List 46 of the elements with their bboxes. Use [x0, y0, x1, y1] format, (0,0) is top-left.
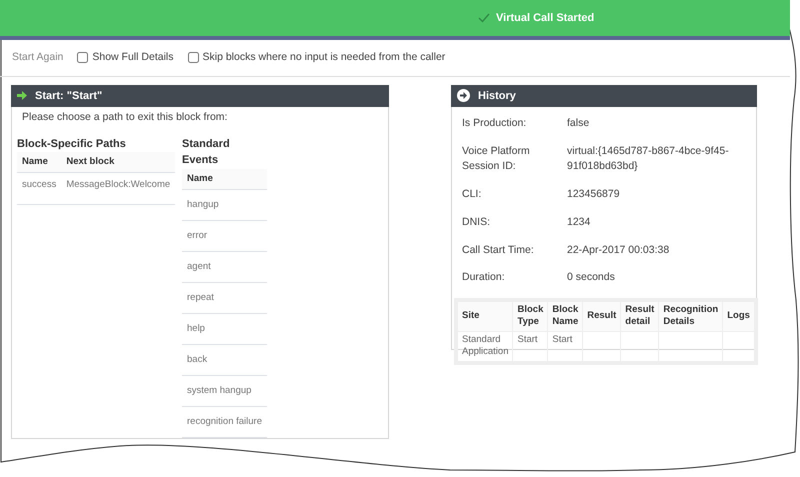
field-label: DNIS: [462, 214, 492, 230]
field-value: 1234 [567, 214, 590, 230]
table-cell: hangup [182, 189, 267, 220]
panel-title: Start: "Start" [35, 88, 102, 104]
field-value: 123456879 [567, 187, 620, 202]
field-value: false [567, 116, 590, 131]
checkbox[interactable] [188, 52, 198, 64]
checkmark-icon [478, 13, 490, 23]
column-header: Name [17, 152, 62, 173]
table-cell: agent [182, 251, 267, 282]
column-header: Block Type [512, 300, 548, 332]
start-again-link[interactable]: Start Again [12, 50, 64, 66]
instruction-text: Please choose a path to exit this block from: [21, 110, 228, 125]
table-cell: recognition failure [182, 406, 267, 438]
table-cell: MessageBlock:Welcome [61, 172, 176, 205]
field-value: virtual:{1465d787-b867-4bce-9f45-91f018bd63bd} [567, 144, 730, 174]
table-cell: system hangup [182, 375, 267, 406]
column-header: Name [182, 168, 267, 190]
column-header: Logs [722, 300, 756, 332]
column-header: Site [456, 300, 513, 332]
checkbox-label: Skip blocks where no input is needed from the caller [202, 50, 446, 65]
status-banner-text: Virtual Call Started [496, 10, 594, 26]
arrow-right-icon [17, 91, 27, 100]
arrow-circle-icon [457, 89, 470, 102]
table-cell: help [182, 313, 267, 344]
column-header: Block Name [548, 300, 583, 332]
field-label: Voice Platform Session ID: [462, 144, 531, 174]
field-label: CLI: [462, 187, 482, 202]
column-header: Next block [61, 152, 176, 173]
section-heading: Standard Events [182, 136, 231, 168]
field-label: Is Production: [462, 116, 528, 131]
field-value: 0 seconds [567, 270, 615, 286]
checkbox[interactable] [77, 52, 88, 64]
table-cell: repeat [182, 282, 267, 314]
table-cell: back [182, 344, 267, 376]
table-cell: error [182, 220, 267, 252]
field-label: Call Start Time: [462, 242, 535, 258]
table-cell: success [17, 172, 62, 205]
section-heading: Block-Specific Paths [17, 136, 127, 152]
column-header: Result detail [620, 300, 659, 332]
column-header: Recognition Details [658, 300, 723, 332]
field-value: 22-Apr-2017 00:03:38 [567, 242, 670, 258]
panel-title: History [478, 88, 516, 104]
column-header: Result [582, 300, 621, 332]
field-label: Duration: [462, 270, 506, 286]
checkbox-label: Show Full Details [92, 50, 174, 65]
